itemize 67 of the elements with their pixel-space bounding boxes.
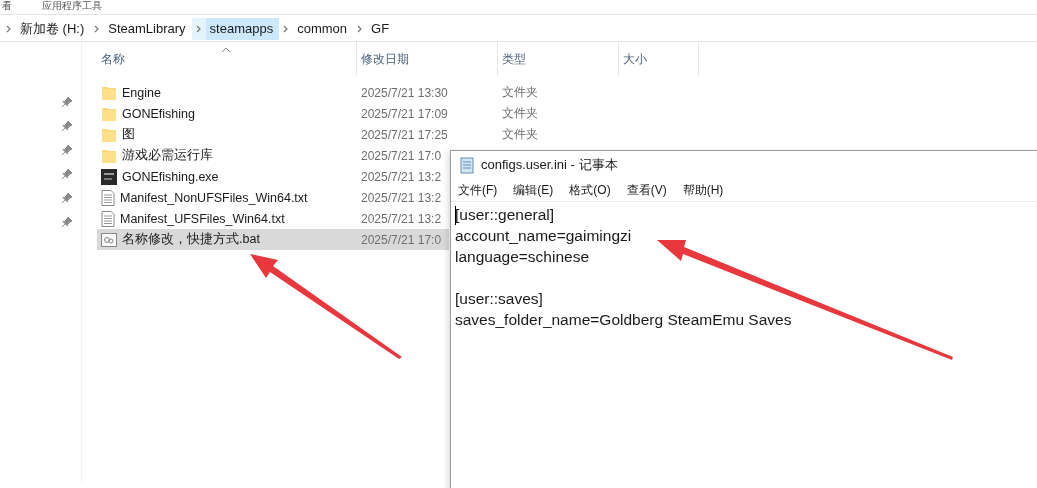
modified-date: 2025/7/21 13:30 <box>361 85 448 100</box>
column-header[interactable]: 修改日期 <box>361 50 409 68</box>
chevron-icon[interactable] <box>191 18 206 40</box>
file-name: Manifest_NonUFSFiles_Win64.txt <box>120 190 308 205</box>
text-area[interactable]: [user::general] account_name=gaimingzi language=schinese [user::saves] saves_folder_name=Goldberg SteamEmu Saves <box>451 202 1037 487</box>
column-header[interactable]: 名称 <box>101 50 125 68</box>
menu-item[interactable]: 格式(O) <box>569 181 611 199</box>
breadcrumb-item[interactable]: common <box>293 18 354 40</box>
pin-icon[interactable] <box>61 168 73 180</box>
text-line: saves_folder_name=Goldberg SteamEmu Saves <box>455 311 792 328</box>
sort-caret-icon <box>221 47 231 53</box>
window-title: configs.user.ini - 记事本 <box>481 156 618 174</box>
modified-date: 2025/7/21 17:25 <box>361 127 448 142</box>
file-name: GONEfishing <box>122 106 195 121</box>
ribbon-tab[interactable]: 看 <box>2 0 12 11</box>
file-row[interactable]: 名称修改，快捷方式.bat 2025/7/21 17:0 <box>97 229 449 250</box>
modified-date: 2025/7/21 13:2 <box>361 190 442 205</box>
pin-icon[interactable] <box>61 192 73 204</box>
folder-icon <box>101 147 117 164</box>
file-name: Engine <box>122 85 161 100</box>
menu-item[interactable]: 编辑(E) <box>513 181 554 199</box>
document-icon <box>101 210 115 227</box>
modified-date: 2025/7/21 13:2 <box>361 169 442 184</box>
file-row[interactable]: 图 2025/7/21 17:25 文件夹 <box>97 124 619 145</box>
app-icon <box>101 168 117 185</box>
pin-icon[interactable] <box>61 216 73 228</box>
file-row[interactable]: Engine 2025/7/21 13:30 文件夹 <box>97 82 619 103</box>
file-row[interactable]: 游戏必需运行库 2025/7/21 17:0 <box>97 145 449 166</box>
breadcrumb-item[interactable]: SteamLibrary <box>104 18 192 40</box>
text-line: account_name=gaimingzi <box>455 227 632 244</box>
file-type: 文件夹 <box>502 126 538 143</box>
menu-item[interactable]: 查看(V) <box>626 181 667 199</box>
menu-item[interactable]: 帮助(H) <box>682 181 724 199</box>
file-row[interactable]: GONEfishing 2025/7/21 17:09 文件夹 <box>97 103 619 124</box>
column-header[interactable]: 大小 <box>623 50 647 68</box>
text-line: [user::saves] <box>455 290 543 307</box>
modified-date: 2025/7/21 13:2 <box>361 211 442 226</box>
modified-date: 2025/7/21 17:0 <box>361 148 442 163</box>
modified-date: 2025/7/21 17:09 <box>361 106 448 121</box>
file-name: 名称修改，快捷方式.bat <box>122 231 260 248</box>
folder-icon <box>101 84 117 101</box>
breadcrumb-item[interactable]: GF <box>367 18 396 40</box>
file-row[interactable]: Manifest_NonUFSFiles_Win64.txt 2025/7/21 13:2 <box>97 187 449 208</box>
document-icon <box>101 189 115 206</box>
file-row[interactable]: Manifest_UFSFiles_Win64.txt 2025/7/21 13:2 <box>97 208 449 229</box>
file-row[interactable]: GONEfishing.exe 2025/7/21 13:2 <box>97 166 449 187</box>
folder-icon <box>101 126 117 143</box>
file-name: GONEfishing.exe <box>122 169 219 184</box>
pin-icon[interactable] <box>61 144 73 156</box>
file-type: 文件夹 <box>502 84 538 101</box>
ribbon-tab[interactable]: 应用程序工具 <box>42 0 102 11</box>
file-type: 文件夹 <box>502 105 538 122</box>
text-line: language=schinese <box>455 248 589 265</box>
notepad-icon <box>459 156 475 174</box>
modified-date: 2025/7/21 17:0 <box>361 232 442 247</box>
menu-item[interactable]: 文件(F) <box>458 181 498 199</box>
breadcrumb-item[interactable]: steamapps <box>205 18 280 40</box>
file-name: 游戏必需运行库 <box>122 147 213 164</box>
folder-icon <box>101 105 117 122</box>
column-header[interactable]: 类型 <box>502 50 526 68</box>
script-icon <box>101 232 117 247</box>
breadcrumb-item[interactable]: 新加卷 (H:) <box>16 18 91 40</box>
pin-icon[interactable] <box>61 96 73 108</box>
text-line: [user::general] <box>455 206 555 223</box>
file-name: Manifest_UFSFiles_Win64.txt <box>120 211 285 226</box>
file-name: 图 <box>122 126 135 143</box>
pin-icon[interactable] <box>61 120 73 132</box>
